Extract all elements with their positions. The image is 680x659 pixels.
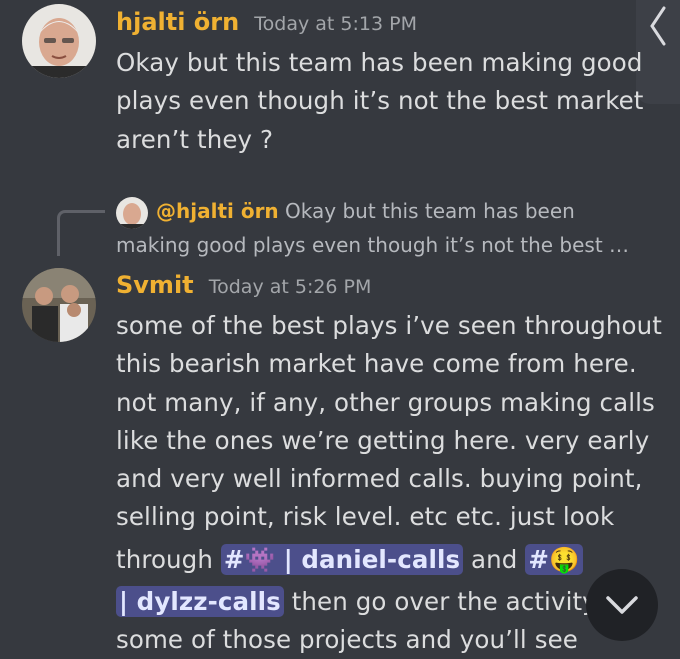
jump-to-bottom-button[interactable] [586,569,658,641]
author-name[interactable]: hjalti örn [116,8,239,36]
avatar[interactable] [22,4,96,78]
reply-text: Okay but this team has been [285,199,575,223]
reply-text-2: making good plays even though it’s not t… [116,232,630,257]
channel-mention-dylzz-calls[interactable]: #🤑 [525,543,583,575]
chevron-down-icon [606,596,638,614]
text-line: aren’t they ? [116,124,274,154]
text-line: some of the best plays i’ve seen through… [116,311,662,340]
reply-connector [57,210,105,256]
text-line: | dylzz-calls then go over the activity … [116,583,662,621]
text-fragment: then go over the activity o [283,586,620,616]
text-line: some of those projects and you’ll see [116,625,578,655]
text-line: this bearish market have come from here. [116,349,637,379]
text-line: selling point, risk level. etc etc. just… [116,502,615,532]
reply-author[interactable]: @hjalti örn [156,199,279,223]
timestamp: Today at 5:26 PM [208,276,372,298]
timestamp: Today at 5:13 PM [254,13,417,35]
text-fragment: through [116,544,221,574]
text-line: plays even though it’s not the best mark… [116,86,644,116]
text-line: through #👾 | daniel-calls and #🤑 [116,537,662,583]
author-name[interactable]: Svmit [116,271,194,299]
reply-avatar [116,196,148,229]
message-text: Okay but this team has been making good … [116,44,644,159]
channel-mention-daniel-calls[interactable]: #👾 | daniel-calls [220,543,464,575]
text-fragment: and [463,544,526,574]
avatar[interactable] [22,268,96,342]
text-line: not many, if any, other groups making ca… [116,387,655,417]
reply-preview[interactable]: @hjalti örn Okay but this team has been … [116,195,629,262]
text-line: like the ones we’re getting here. very e… [116,425,650,455]
text-line: Okay but this team has been making good [116,48,643,77]
text-line: and very well informed calls. buying poi… [116,464,643,494]
message-text: some of the best plays i’ve seen through… [116,307,662,659]
chevron-left-icon[interactable] [646,4,668,58]
channel-mention-dylzz-calls-cont[interactable]: | dylzz-calls [116,585,284,617]
